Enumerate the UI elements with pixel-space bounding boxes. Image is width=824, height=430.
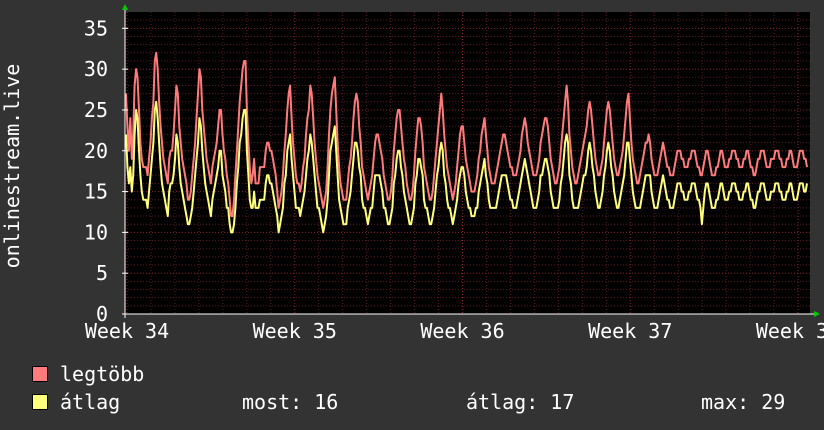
x-tick-label: Week 36 <box>420 319 504 343</box>
legend-swatch-avg <box>32 394 48 410</box>
y-tick-label: 20 <box>84 139 108 163</box>
x-axis-arrow-icon <box>814 311 820 317</box>
legend-swatch-max <box>32 366 48 382</box>
legend-item-avg: átlag <box>32 390 120 414</box>
y-tick-label: 15 <box>84 180 108 204</box>
stat-now: most: 16 <box>242 390 339 414</box>
y-tick-label: 30 <box>84 57 108 81</box>
x-tick-label: Week 38 <box>756 319 824 343</box>
legend-label-avg: átlag <box>60 390 121 414</box>
stat-max: max: 29 <box>701 390 786 414</box>
x-tick-label: Week 35 <box>253 319 337 343</box>
legend-label-max: legtöbb <box>60 362 145 386</box>
legend-item-max: legtöbb <box>32 362 144 386</box>
stat-average: átlag: 17 <box>466 390 575 414</box>
x-tick-label: Week 37 <box>588 319 672 343</box>
y-axis-arrow-icon <box>122 4 128 10</box>
y-tick-label: 35 <box>84 16 108 40</box>
y-tick-label: 10 <box>84 220 108 244</box>
x-tick-labels: Week 34 Week 35 Week 36 Week 37 Week 38 <box>85 319 824 343</box>
y-tick-labels: 05101520253035 <box>84 16 108 326</box>
y-tick-label: 5 <box>96 261 108 285</box>
y-tick-label: 25 <box>84 98 108 122</box>
x-tick-label: Week 34 <box>85 319 169 343</box>
y-axis-label: onlinestream.live <box>0 64 24 269</box>
